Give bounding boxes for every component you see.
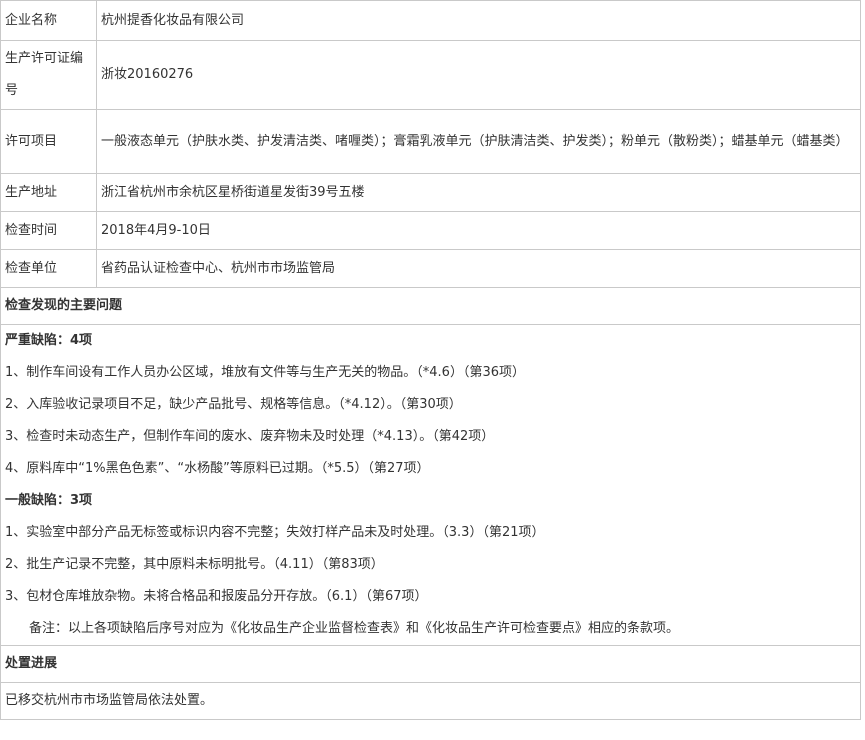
value-inspection-date: 2018年4月9-10日 (96, 211, 861, 250)
value-inspection-unit: 省药品认证检查中心、杭州市市场监管局 (96, 249, 861, 288)
general-item-3: 3、包材仓库堆放杂物。未将合格品和报废品分开存放。（6.1）（第67项） (5, 589, 428, 604)
label-inspection-unit: 检查单位 (0, 249, 97, 288)
label-license-scope: 许可项目 (0, 109, 97, 174)
problems-body: 严重缺陷：4项 1、制作车间设有工作人员办公区域，堆放有文件等与生产无关的物品。… (0, 324, 861, 646)
row-inspection-unit: 检查单位 省药品认证检查中心、杭州市市场监管局 (0, 249, 861, 288)
label-inspection-date: 检查时间 (0, 211, 97, 250)
general-item-1: 1、实验室中部分产品无标签或标识内容不完整；失效打样产品未及时处理。（3.3）（… (5, 525, 545, 540)
row-company-name: 企业名称 杭州提香化妆品有限公司 (0, 0, 861, 41)
serious-item-2: 2、入库验收记录项目不足，缺少产品批号、规格等信息。（*4.12）。（第30项） (5, 397, 462, 412)
label-company-name: 企业名称 (0, 0, 97, 41)
serious-defects-title: 严重缺陷：4项 (5, 333, 93, 348)
value-company-name: 杭州提香化妆品有限公司 (96, 0, 861, 41)
general-defects-title: 一般缺陷：3项 (5, 493, 93, 508)
label-address: 生产地址 (0, 173, 97, 212)
row-disposal-text: 已移交杭州市市场监管局依法处置。 (0, 682, 861, 720)
row-license-scope: 许可项目 一般液态单元（护肤水类、护发清洁类、啫喱类）；膏霜乳液单元（护肤清洁类… (0, 109, 861, 174)
disposal-heading: 处置进展 (0, 645, 861, 683)
row-problems-heading: 检查发现的主要问题 (0, 287, 861, 325)
problems-heading: 检查发现的主要问题 (0, 287, 861, 325)
row-address: 生产地址 浙江省杭州市余杭区星桥街道星发街39号五楼 (0, 173, 861, 212)
value-license-no: 浙妆20160276 (96, 40, 861, 110)
disposal-text: 已移交杭州市市场监管局依法处置。 (0, 682, 861, 720)
row-problems-body: 严重缺陷：4项 1、制作车间设有工作人员办公区域，堆放有文件等与生产无关的物品。… (0, 324, 861, 646)
row-disposal-heading: 处置进展 (0, 645, 861, 683)
serious-item-4: 4、原料库中“1%黑色色素”、“水杨酸”等原料已过期。（*5.5）（第27项） (5, 461, 430, 476)
row-license-no: 生产许可证编号 浙妆20160276 (0, 40, 861, 110)
inspection-report: 企业名称 杭州提香化妆品有限公司 生产许可证编号 浙妆20160276 许可项目… (0, 0, 861, 720)
value-license-scope: 一般液态单元（护肤水类、护发清洁类、啫喱类）；膏霜乳液单元（护肤清洁类、护发类）… (96, 109, 861, 174)
value-address: 浙江省杭州市余杭区星桥街道星发街39号五楼 (96, 173, 861, 212)
general-item-2: 2、批生产记录不完整，其中原料未标明批号。（4.11）（第83项） (5, 557, 384, 572)
company-info-table: 企业名称 杭州提香化妆品有限公司 生产许可证编号 浙妆20160276 许可项目… (0, 0, 861, 720)
serious-item-1: 1、制作车间设有工作人员办公区域，堆放有文件等与生产无关的物品。（*4.6）（第… (5, 365, 525, 380)
label-license-no: 生产许可证编号 (0, 40, 97, 110)
row-inspection-date: 检查时间 2018年4月9-10日 (0, 211, 861, 250)
remark-note: 备注：以上各项缺陷后序号对应为《化妆品生产企业监督检查表》和《化妆品生产许可检查… (29, 621, 680, 636)
serious-item-3: 3、检查时未动态生产，但制作车间的废水、废弃物未及时处理（*4.13）。（第42… (5, 429, 495, 444)
